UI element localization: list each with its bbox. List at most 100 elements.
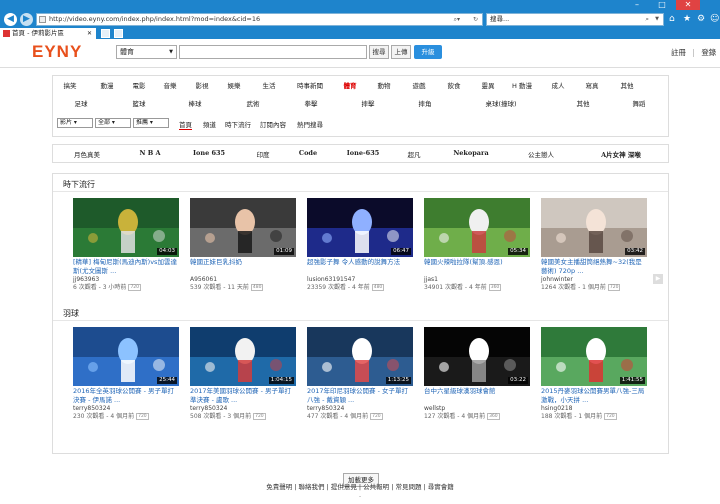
minimize-button[interactable]: – [625, 0, 649, 10]
subcategory-link[interactable]: 棒球 [189, 98, 202, 110]
video-thumbnail[interactable]: 1:41:55 [541, 327, 647, 386]
category-link[interactable]: 遊戲 [413, 80, 426, 92]
chevron-down-icon[interactable]: ▼ [655, 14, 659, 25]
search-button[interactable]: 搜尋 [369, 45, 389, 59]
category-link[interactable]: 寫真 [586, 80, 599, 92]
upload-button[interactable]: 上傳 [391, 45, 411, 59]
category-link[interactable]: 成人 [552, 80, 565, 92]
hot-tag-link[interactable]: 公主戀人 [528, 149, 554, 159]
category-select[interactable]: 體育 ▼ [116, 45, 177, 59]
smiley-feedback-icon[interactable]: ☺ [710, 14, 719, 25]
uploader-link[interactable]: terry850324 [73, 405, 110, 413]
site-logo[interactable]: EYNY [32, 42, 82, 62]
uploader-link[interactable]: A956061 [190, 276, 217, 284]
filter-tab[interactable]: 首頁 [179, 119, 192, 130]
hot-tag-link[interactable]: A片女神 深喉 [601, 149, 641, 159]
category-link[interactable]: 搞笑 [64, 80, 77, 92]
video-title-link[interactable]: [精華] 梅甸尼斯(馬迪內斯)vs加雲達斯(尤文圖斯 ... [73, 258, 179, 276]
filter-tab[interactable]: 訂閱內容 [260, 119, 286, 129]
video-title-link[interactable]: 韓國美女主播甜筒絕熱舞~32(我是藝術) 720p ... [541, 258, 647, 276]
browser-search-box[interactable]: 搜尋... ⌕ ▼ [486, 13, 664, 26]
video-thumbnail[interactable]: 01:09 [190, 198, 296, 257]
video-thumbnail[interactable]: 04:03 [73, 198, 179, 257]
home-icon[interactable]: ⌂ [669, 14, 675, 25]
subcategory-link[interactable]: 舞蹈 [633, 98, 646, 110]
category-link[interactable]: H 動漫 [512, 80, 532, 92]
category-link[interactable]: 生活 [263, 80, 276, 92]
video-thumbnail[interactable]: 25:44 [73, 327, 179, 386]
uploader-link[interactable]: terry850324 [190, 405, 227, 413]
search-icon[interactable]: ⌕ [645, 14, 649, 25]
back-button[interactable]: ◀ [4, 13, 17, 26]
register-link[interactable]: 註冊 [671, 48, 686, 57]
uploader-link[interactable]: terry850324 [307, 405, 344, 413]
hot-tag-link[interactable]: N B A [139, 149, 160, 157]
video-thumbnail[interactable]: 1:13:25 [307, 327, 413, 386]
login-link[interactable]: 登錄 [701, 48, 716, 57]
subcategory-link[interactable]: 其他 [577, 98, 590, 110]
filter-tab[interactable]: 熱門搜尋 [297, 119, 323, 129]
video-thumbnail[interactable]: 03:22 [424, 327, 530, 386]
hot-tag-link[interactable]: Ione-635 [347, 149, 380, 157]
video-thumbnail[interactable]: 06:47 [307, 198, 413, 257]
hot-tag-link[interactable]: 月色真美 [74, 149, 100, 159]
favorites-star-icon[interactable]: ★ [683, 14, 691, 25]
video-thumbnail[interactable]: 03:42 [541, 198, 647, 257]
tab-eyny-home[interactable]: 首頁 - 伊莉影片區 ✕ [0, 28, 96, 39]
video-title-link[interactable]: 韓國正妹巨乳抖奶 [190, 258, 296, 276]
upgrade-button[interactable]: 升級 [414, 45, 442, 59]
subcategory-link[interactable]: 籃球 [133, 98, 146, 110]
subcategory-link[interactable]: 摔擊 [362, 98, 375, 110]
sort-select[interactable]: 推薦 ▾ [133, 118, 169, 128]
category-link[interactable]: 影視 [196, 80, 209, 92]
video-title-link[interactable]: 韓國火辣啦拉隊(幫頂.感恩) [424, 258, 530, 276]
hot-tag-link[interactable]: Code [299, 149, 317, 157]
address-bar[interactable]: http://video.eyny.com/index.php/index.ht… [36, 13, 483, 26]
category-link[interactable]: 靈異 [482, 80, 495, 92]
video-thumbnail[interactable]: 1:04:15 [190, 327, 296, 386]
type-select[interactable]: 影片 ▾ [57, 118, 93, 128]
search-input[interactable] [179, 45, 367, 59]
close-tab-icon[interactable]: ✕ [87, 28, 92, 39]
uploader-link[interactable]: hsing0218 [541, 405, 572, 413]
search-dropdown-icon[interactable]: ⌕▾ [454, 14, 460, 25]
uploader-link[interactable]: lusion63191547 [307, 276, 355, 284]
video-title-link[interactable]: 台中六星級球漢羽球會館 [424, 387, 530, 405]
uploader-link[interactable]: johnwinter [541, 276, 573, 284]
filter-tab[interactable]: 時下流行 [225, 119, 251, 129]
hot-tag-link[interactable]: 印度 [257, 149, 270, 159]
category-link[interactable]: 飲食 [448, 80, 461, 92]
scope-select[interactable]: 全部 ▾ [95, 118, 131, 128]
category-link[interactable]: 動物 [378, 80, 391, 92]
chevron-right-icon[interactable]: ▶ [653, 274, 663, 284]
hot-tag-link[interactable]: 超凡 [408, 149, 421, 159]
category-link[interactable]: 動漫 [101, 80, 114, 92]
maximize-button[interactable]: □ [650, 0, 674, 10]
new-tab-button[interactable] [101, 29, 110, 38]
forward-button[interactable]: ▶ [20, 13, 33, 26]
video-title-link[interactable]: 2016年全英羽球公開賽 - 男子單打決賽 - 伊馬諾 ... [73, 387, 179, 405]
category-link[interactable]: 娛樂 [228, 80, 241, 92]
filter-tab[interactable]: 頻道 [203, 119, 216, 129]
uploader-link[interactable]: jjas1 [424, 276, 438, 284]
uploader-link[interactable]: wellstp [424, 405, 445, 413]
video-title-link[interactable]: 2017年印尼羽球公開賽 - 女子單打八強 - 戴資穎 ... [307, 387, 413, 405]
subcategory-link[interactable]: 足球 [75, 98, 88, 110]
subcategory-link[interactable]: 武術 [247, 98, 260, 110]
subcategory-link[interactable]: 摔角 [419, 98, 432, 110]
category-link[interactable]: 電影 [133, 80, 146, 92]
hot-tag-link[interactable]: Nekopara [453, 149, 488, 157]
video-title-link[interactable]: 2017年美國羽球公開賽 - 男子單打準決賽 - 盧歌 ... [190, 387, 296, 405]
subcategory-link[interactable]: 拳擊 [305, 98, 318, 110]
category-link[interactable]: 音樂 [164, 80, 177, 92]
video-title-link[interactable]: 超強影子舞 令人感動的說舞方法 [307, 258, 413, 276]
category-link[interactable]: 其他 [621, 80, 634, 92]
refresh-icon[interactable]: ↻ [473, 14, 478, 25]
category-link[interactable]: 體育 [344, 80, 357, 92]
video-thumbnail[interactable]: 05:34 [424, 198, 530, 257]
tab-list-button[interactable] [114, 29, 123, 38]
uploader-link[interactable]: jj963963 [73, 276, 99, 284]
subcategory-link[interactable]: 桌球(撞球) [485, 98, 516, 110]
video-title-link[interactable]: 2015丹麥羽球公開賽男單八強-三局激戰，小天拼 ... [541, 387, 647, 405]
category-link[interactable]: 時事新聞 [297, 80, 323, 92]
